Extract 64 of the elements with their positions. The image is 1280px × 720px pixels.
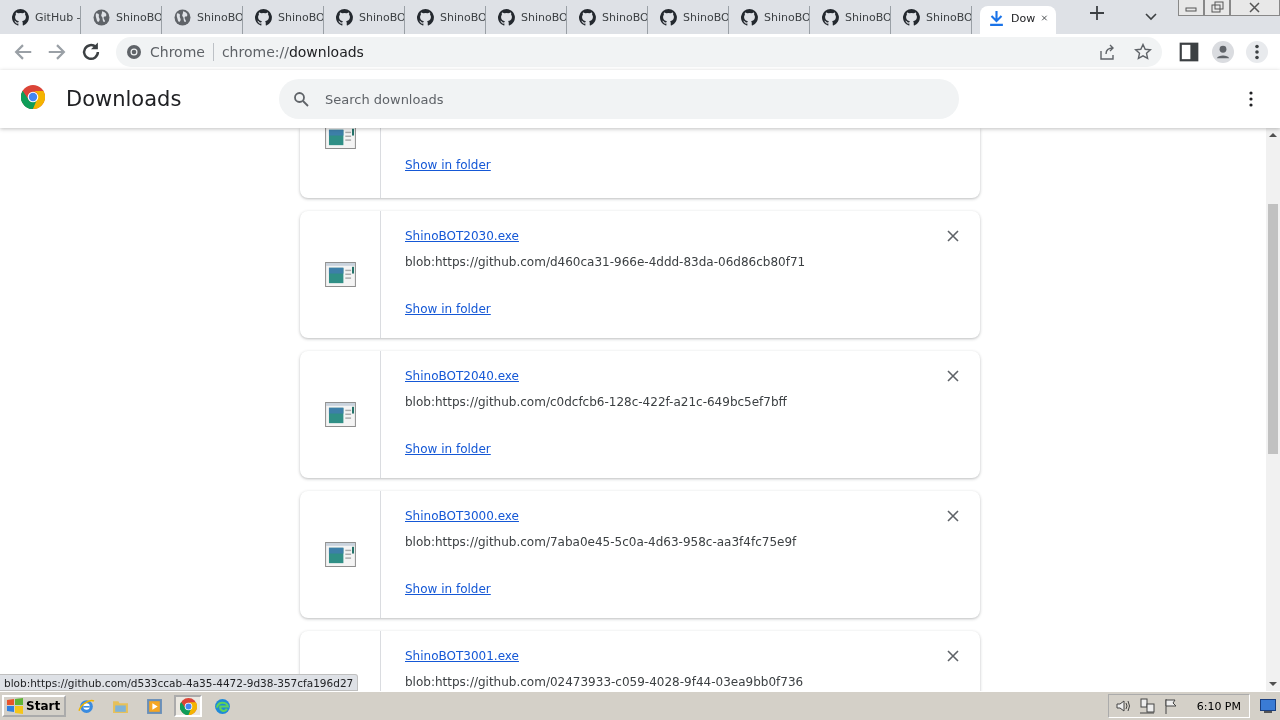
browser-tab[interactable]: Dow (980, 6, 1056, 34)
source-url: blob:https://github.com/d460ca31-966e-4ddd-83da-06d86cb80f71 (405, 255, 806, 269)
media-player-icon (145, 697, 163, 715)
taskbar-app[interactable] (174, 695, 203, 717)
github-icon (741, 8, 758, 26)
speaker-icon[interactable] (1114, 698, 1131, 714)
scroll-up-icon[interactable] (1268, 130, 1278, 140)
github-icon (336, 8, 353, 26)
file-name-link[interactable]: ShinoBOT2030.exe (405, 229, 519, 243)
status-bubble: blob:https://github.com/d533ccab-4a35-4472-9d38-357cfa196d27 (0, 674, 359, 691)
show-in-folder-link[interactable]: Show in folder (405, 442, 491, 456)
clock: 6:10 PM (1196, 699, 1241, 713)
application-file-icon (324, 262, 356, 287)
search-icon (293, 91, 309, 107)
close-icon[interactable] (946, 229, 960, 243)
menu-icon[interactable] (1248, 91, 1254, 107)
file-name-link[interactable]: ShinoBOT3001.exe (405, 649, 519, 663)
minimize-icon[interactable] (1178, 0, 1204, 16)
github-icon (660, 8, 677, 26)
globe-icon (174, 8, 191, 26)
github-icon (255, 8, 272, 26)
show-in-folder-link[interactable]: Show in folder (405, 302, 491, 316)
source-url: blob:https://github.com/7aba0e45-5c0a-4d63-958c-aa3f4fc75e9f (405, 535, 797, 549)
github-icon (12, 8, 29, 26)
source-url: blob:https://github.com/02473933-c059-4028-9f44-03ea9bb0f736 (405, 675, 804, 689)
restore-icon[interactable] (1204, 0, 1230, 16)
source-url: blob:https://github.com/c0dcfcb6-128c-422f-a21c-649bc5ef7bff (405, 395, 787, 409)
github-icon (498, 8, 515, 26)
chrome-icon (179, 697, 197, 715)
close-icon[interactable] (946, 509, 960, 523)
github-icon (903, 8, 920, 26)
page-title: Downloads (66, 87, 183, 111)
site-label: Chrome (150, 44, 205, 60)
network-icon[interactable] (1138, 698, 1155, 714)
application-file-icon (324, 402, 356, 427)
github-icon (822, 8, 839, 26)
scroll-down-icon[interactable] (1268, 679, 1278, 689)
close-icon[interactable] (946, 369, 960, 383)
close-icon[interactable] (1041, 12, 1048, 24)
close-icon[interactable] (1230, 0, 1280, 16)
chrome-logo-icon (21, 85, 45, 109)
star-icon[interactable] (1134, 43, 1152, 61)
edge-icon (213, 697, 231, 715)
globe-icon (93, 8, 110, 26)
file-name-link[interactable]: ShinoBOT3000.exe (405, 509, 519, 523)
search-field[interactable]: Search downloads (279, 79, 959, 119)
share-icon[interactable] (1098, 43, 1116, 61)
url-text: chrome://downloads (221, 44, 364, 60)
github-icon (579, 8, 596, 26)
application-file-icon (324, 542, 356, 567)
show-desktop-icon[interactable] (1260, 699, 1276, 713)
start-button[interactable]: Start (2, 695, 67, 717)
show-in-folder-link[interactable]: Show in folder (405, 582, 491, 596)
github-icon (417, 8, 434, 26)
download-icon (988, 9, 1005, 27)
address-bar[interactable]: Chrome chrome://downloads (116, 37, 1162, 67)
file-name-link[interactable]: ShinoBOT2040.exe (405, 369, 519, 383)
scrollbar[interactable] (1266, 128, 1280, 691)
windows-flag-icon (6, 698, 24, 714)
browser-e-icon (77, 697, 95, 715)
chrome-icon (126, 44, 142, 60)
show-in-folder-link[interactable]: Show in folder (405, 158, 491, 172)
flag-icon[interactable] (1162, 698, 1179, 714)
close-icon[interactable] (946, 649, 960, 663)
